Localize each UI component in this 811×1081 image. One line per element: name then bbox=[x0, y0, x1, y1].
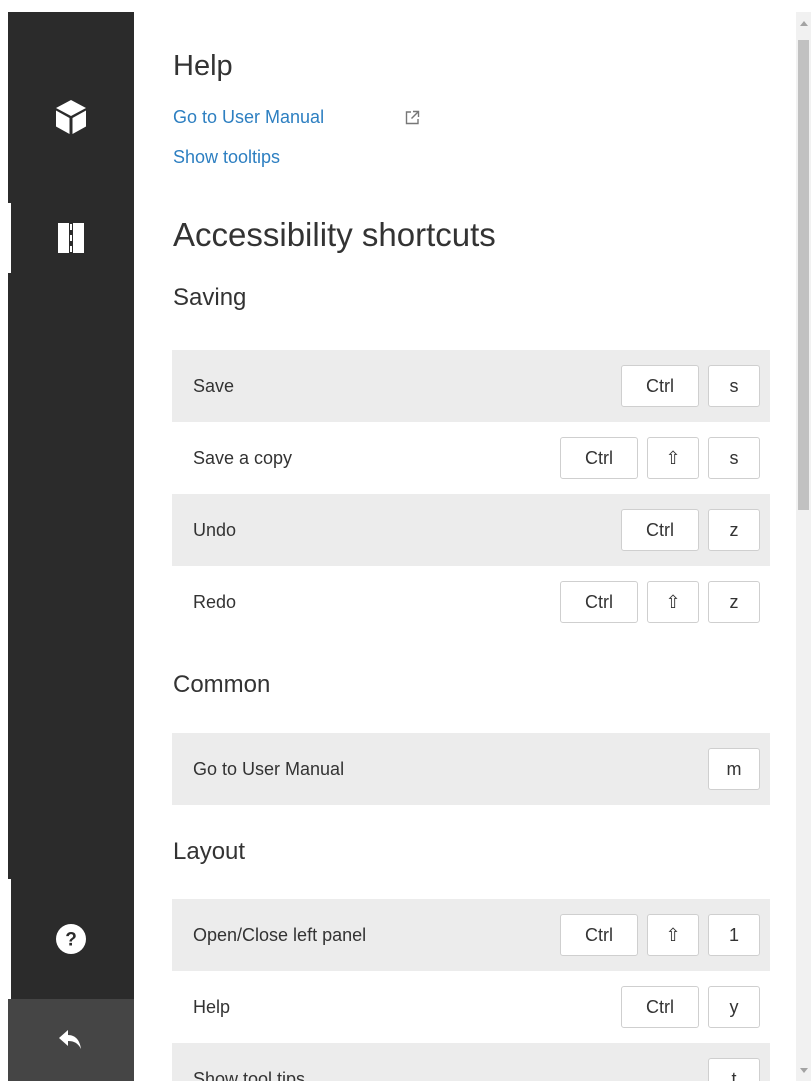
shortcut-label: Save a copy bbox=[193, 447, 293, 468]
key-combo: Ctrl ⇧ z bbox=[560, 581, 760, 623]
shortcut-label: Redo bbox=[193, 591, 237, 612]
key-combo: Ctrl ⇧ 1 bbox=[560, 914, 760, 956]
key-ctrl: Ctrl bbox=[560, 437, 638, 479]
key-combo: m bbox=[708, 748, 760, 790]
scroll-thumb[interactable] bbox=[798, 40, 809, 510]
rail-help-button[interactable]: ? bbox=[8, 879, 134, 999]
key-combo: Ctrl s bbox=[621, 365, 760, 407]
key-1: 1 bbox=[708, 914, 760, 956]
shortcuts-title: Accessibility shortcuts bbox=[173, 216, 496, 253]
section-title-saving: Saving bbox=[173, 284, 247, 311]
shortcut-row-undo: Undo Ctrl z bbox=[172, 494, 770, 566]
rail-back-button[interactable] bbox=[8, 999, 134, 1081]
key-z: z bbox=[708, 509, 760, 551]
key-combo: t bbox=[708, 1058, 760, 1081]
key-shift: ⇧ bbox=[647, 437, 699, 479]
cube-icon bbox=[56, 100, 86, 134]
key-s: s bbox=[708, 437, 760, 479]
shortcut-label: Undo bbox=[193, 519, 237, 540]
dashed-road-icon bbox=[58, 223, 84, 253]
shortcut-label: Go to User Manual bbox=[193, 758, 345, 779]
key-shift: ⇧ bbox=[647, 581, 699, 623]
rail-3d-view-button[interactable] bbox=[8, 82, 134, 152]
shortcut-row-open-close-left-panel: Open/Close left panel Ctrl ⇧ 1 bbox=[172, 899, 770, 971]
shortcut-label: Help bbox=[193, 996, 231, 1017]
show-tooltips-link[interactable]: Show tooltips bbox=[173, 147, 280, 168]
external-link-icon[interactable] bbox=[405, 110, 420, 125]
shortcut-row-redo: Redo Ctrl ⇧ z bbox=[172, 566, 770, 638]
section-title-common: Common bbox=[173, 671, 271, 698]
help-panel: Help Go to User Manual Show tooltips Acc… bbox=[134, 0, 796, 1081]
key-shift: ⇧ bbox=[647, 914, 699, 956]
svg-text:?: ? bbox=[65, 930, 77, 951]
shortcut-label: Open/Close left panel bbox=[193, 924, 367, 945]
shortcut-row-save-a-copy: Save a copy Ctrl ⇧ s bbox=[172, 422, 770, 494]
user-manual-link[interactable]: Go to User Manual bbox=[173, 107, 324, 128]
key-combo: Ctrl y bbox=[621, 986, 760, 1028]
key-ctrl: Ctrl bbox=[560, 581, 638, 623]
key-t: t bbox=[708, 1058, 760, 1081]
scroll-down-arrow-icon[interactable] bbox=[800, 1068, 808, 1073]
shortcut-row-go-to-user-manual: Go to User Manual m bbox=[172, 733, 770, 805]
key-m: m bbox=[708, 748, 760, 790]
back-arrow-icon bbox=[59, 1030, 81, 1049]
key-ctrl: Ctrl bbox=[621, 986, 699, 1028]
vertical-scrollbar[interactable] bbox=[796, 12, 811, 1081]
left-rail: ? bbox=[8, 12, 134, 1081]
key-s: s bbox=[708, 365, 760, 407]
help-title: Help bbox=[173, 50, 233, 82]
key-ctrl: Ctrl bbox=[621, 509, 699, 551]
shortcut-label: Show tool tips bbox=[193, 1068, 306, 1081]
key-ctrl: Ctrl bbox=[621, 365, 699, 407]
scroll-up-arrow-icon[interactable] bbox=[800, 21, 808, 26]
key-z: z bbox=[708, 581, 760, 623]
shortcut-label: Save bbox=[193, 375, 235, 396]
key-y: y bbox=[708, 986, 760, 1028]
key-combo: Ctrl ⇧ s bbox=[560, 437, 760, 479]
rail-floorplan-button[interactable] bbox=[8, 203, 134, 273]
key-ctrl: Ctrl bbox=[560, 914, 638, 956]
help-circle-icon: ? bbox=[56, 924, 86, 954]
section-title-layout: Layout bbox=[173, 838, 246, 865]
app: ? Help Go to User Manual Show tooltips A… bbox=[0, 0, 811, 1081]
shortcut-row-show-tool-tips: Show tool tips t bbox=[172, 1043, 770, 1081]
key-combo: Ctrl z bbox=[621, 509, 760, 551]
shortcut-row-help: Help Ctrl y bbox=[172, 971, 770, 1043]
shortcut-row-save: Save Ctrl s bbox=[172, 350, 770, 422]
